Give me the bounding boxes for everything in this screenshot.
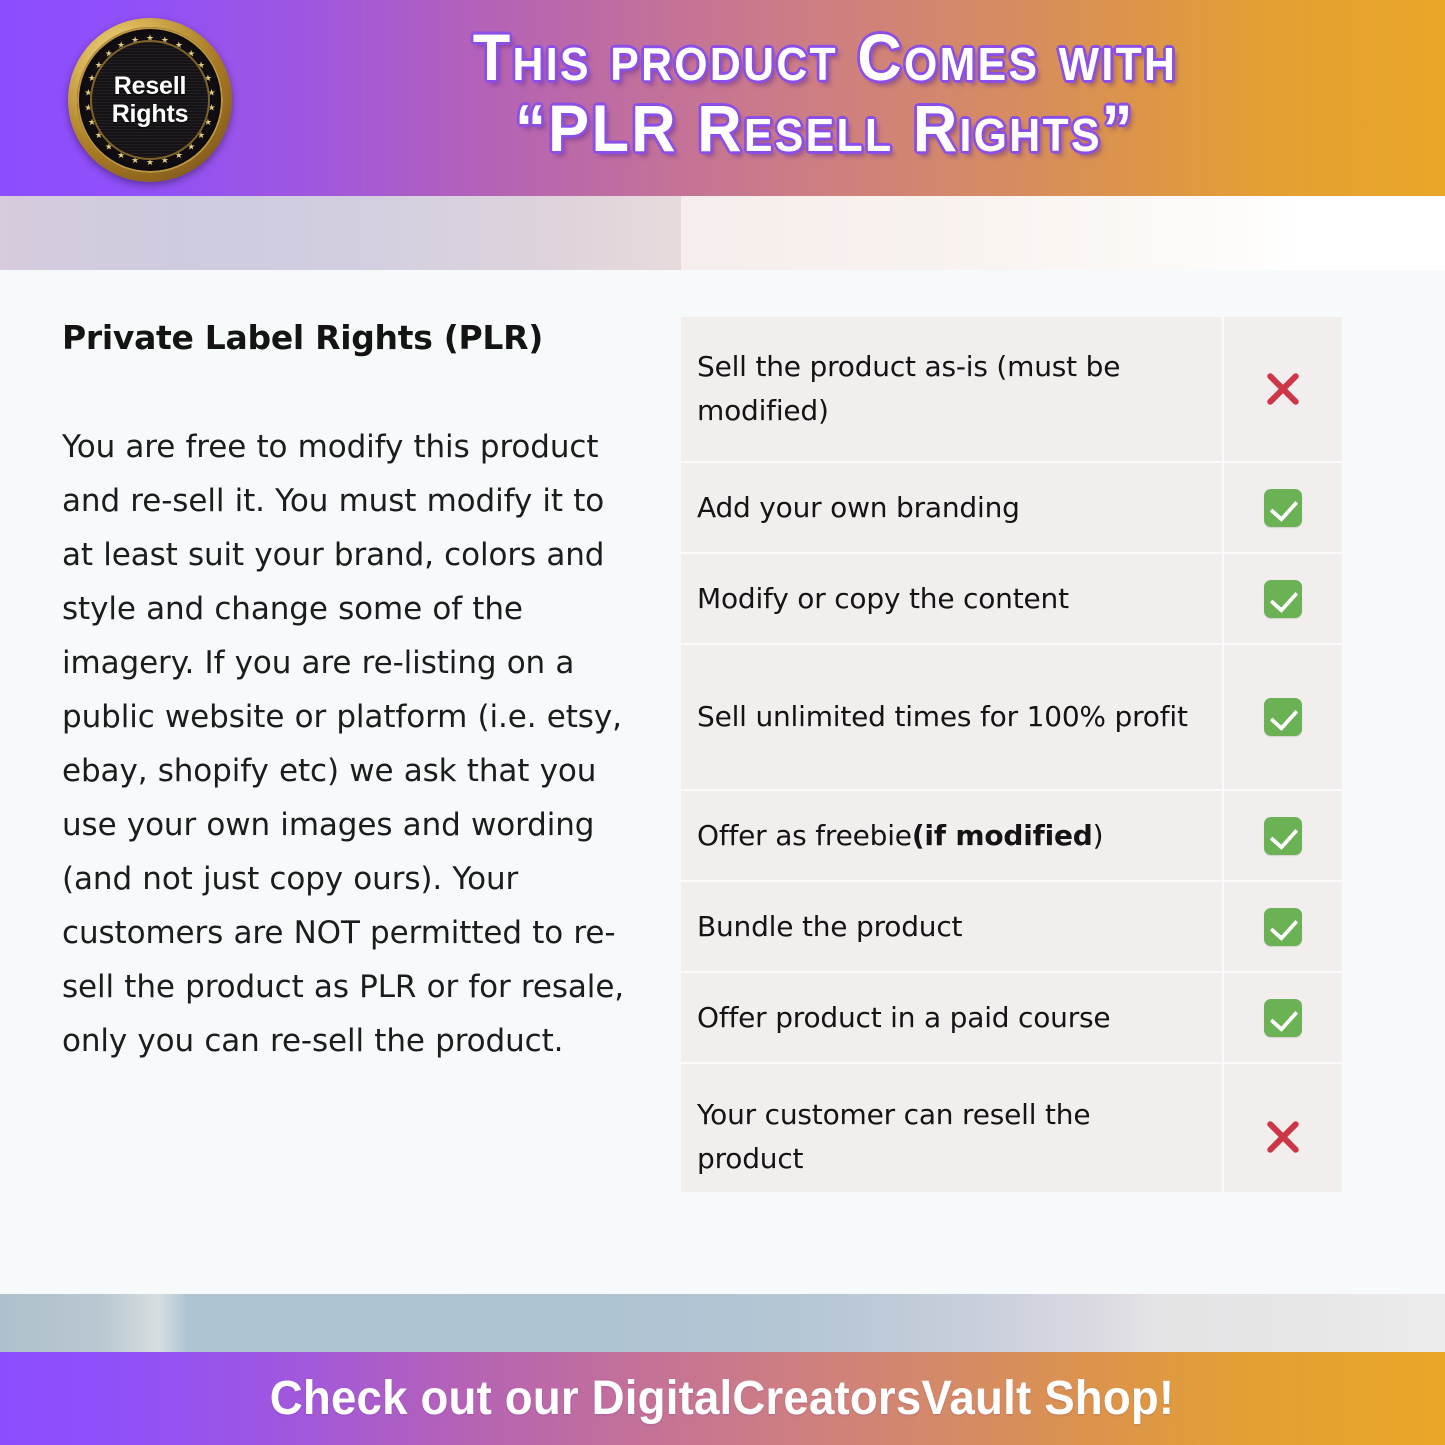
check-icon	[1264, 579, 1302, 618]
permission-label: Add your own branding	[697, 490, 1020, 524]
permission-label: Your customer can resell the product	[697, 1098, 1091, 1175]
table-row: Your customer can resell the product	[681, 1064, 1342, 1210]
permission-label-text: Offer as freebie	[697, 818, 912, 852]
check-icon	[1264, 907, 1302, 946]
permission-status-cell	[1222, 1064, 1342, 1210]
permission-status-cell	[1222, 973, 1342, 1062]
plr-rights-infographic: ★ ★ ★ ★ ★ ★ ★ ★ ★ ★ ★ ★ ★ ★ ★ ★ ★ ★ ★ ★ ★ ★ ★ ★ ★ ★ Resell Rights…	[0, 0, 1445, 1445]
shop-cta-text[interactable]: Check out our DigitalCreatorsVault Shop!	[270, 1371, 1175, 1426]
table-row: Sell the product as-is (must be modified…	[681, 317, 1342, 463]
table-row: Modify or copy the content	[681, 554, 1342, 645]
permissions-table: Sell the product as-is (must be modified…	[681, 317, 1342, 1210]
plr-description-column: Private Label Rights (PLR) You are free …	[62, 318, 642, 1068]
permission-status-cell	[1222, 791, 1342, 880]
footer-banner[interactable]: Check out our DigitalCreatorsVault Shop!	[0, 1352, 1445, 1445]
permission-label-tail: )	[1092, 818, 1104, 852]
header-banner: ★ ★ ★ ★ ★ ★ ★ ★ ★ ★ ★ ★ ★ ★ ★ ★ ★ ★ ★ ★ ★ ★ ★ ★ ★ ★ Resell Rights…	[0, 0, 1445, 196]
header-title-line-1: This product Comes with	[472, 20, 1178, 94]
plr-description-text: You are free to modify this product and …	[62, 428, 625, 1059]
table-row: Offer as freebie (if modified)	[681, 791, 1342, 882]
permission-label: Modify or copy the content	[697, 581, 1069, 615]
resell-rights-seal-icon: ★ ★ ★ ★ ★ ★ ★ ★ ★ ★ ★ ★ ★ ★ ★ ★ ★ ★ ★ ★ ★ ★ ★ ★ ★ ★ Resell Rights	[68, 18, 232, 182]
page-title: Private Label Rights (PLR)	[62, 318, 544, 357]
permission-label: Bundle the product	[697, 909, 963, 943]
main-content: Private Label Rights (PLR) You are free …	[0, 270, 1445, 1294]
decorative-band-top	[0, 196, 1445, 270]
permission-label-emphasis: (if modified	[911, 818, 1093, 852]
permission-status-cell	[1222, 645, 1342, 789]
permission-label: Sell unlimited times for 100% profit	[697, 700, 1188, 733]
permission-status-cell	[1222, 463, 1342, 552]
permission-label: Offer product in a paid course	[697, 1000, 1111, 1034]
permission-label: Offer as freebie (if modified)	[681, 791, 1222, 880]
header-title-line-2: “PLR Resell Rights”	[515, 91, 1135, 166]
table-row: Offer product in a paid course	[681, 973, 1342, 1064]
table-row: Sell unlimited times for 100% profit	[681, 645, 1342, 791]
permission-status-cell	[1222, 554, 1342, 643]
cross-icon	[1261, 367, 1305, 411]
seal-line-2: Rights	[111, 100, 189, 128]
check-icon	[1264, 816, 1302, 855]
seal-line-1: Resell	[113, 72, 187, 100]
table-row: Bundle the product	[681, 882, 1342, 973]
header-title: This product Comes with “PLR Resell Righ…	[290, 20, 1360, 166]
permission-status-cell	[1222, 882, 1342, 971]
check-icon	[1264, 998, 1302, 1037]
permission-status-cell	[1222, 317, 1342, 461]
check-icon	[1264, 488, 1302, 527]
check-icon	[1264, 698, 1302, 736]
cross-icon	[1261, 1115, 1305, 1159]
permission-label: Sell the product as-is (must be modified…	[697, 350, 1121, 427]
table-row: Add your own branding	[681, 463, 1342, 554]
decorative-band-bottom	[0, 1294, 1445, 1352]
seal-text: Resell Rights	[68, 18, 232, 182]
